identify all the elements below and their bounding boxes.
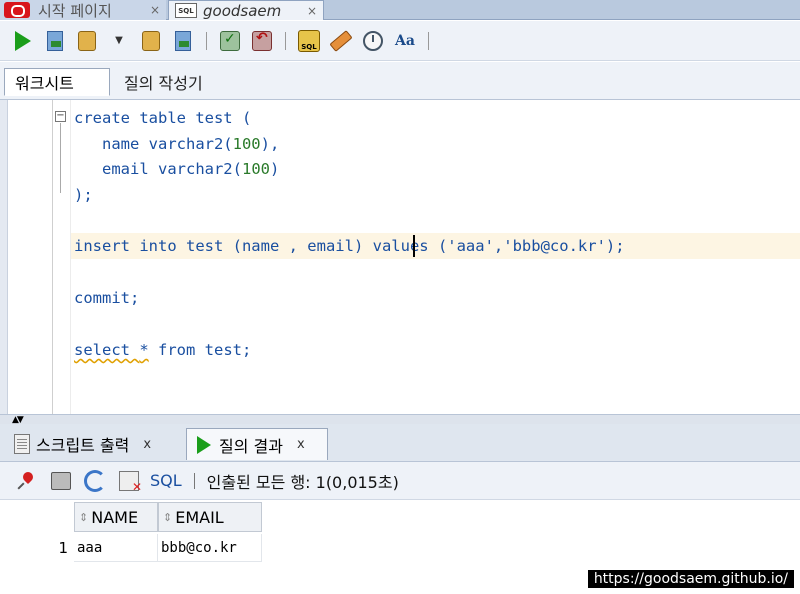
sql-tuning-icon: SQL: [298, 29, 320, 52]
refresh-icon: [84, 469, 106, 492]
cancel-icon: [119, 470, 142, 494]
code-text: insert into test (name , email) values (…: [74, 237, 625, 255]
autotrace-button[interactable]: [138, 28, 164, 54]
tab-script-output[interactable]: 스크립트 출력 x: [4, 428, 184, 460]
oracle-icon: [4, 2, 30, 18]
gutter-divider: [52, 100, 53, 414]
sql-link[interactable]: SQL: [150, 471, 182, 490]
tab-worksheet[interactable]: 워크시트: [4, 68, 110, 96]
worksheet-subtabs: 워크시트 질의 작성기: [0, 62, 800, 100]
code-text: select: [74, 341, 140, 359]
to-upper-lower-button[interactable]: Aa: [392, 28, 418, 54]
tab-query-result[interactable]: 질의 결과 x: [186, 428, 328, 460]
sort-icon: ⇕: [163, 510, 173, 524]
close-icon[interactable]: x: [143, 437, 151, 452]
fold-collapse-icon[interactable]: −: [55, 111, 66, 122]
sql-tuning-advisor-button[interactable]: [170, 28, 196, 54]
refresh-button[interactable]: [82, 468, 108, 494]
code-text: ),: [260, 135, 280, 153]
eraser-icon: [329, 29, 353, 52]
script-output-icon: [14, 434, 30, 454]
run-statement-button[interactable]: [10, 28, 36, 54]
close-icon[interactable]: ×: [307, 4, 317, 18]
run-script-icon: [47, 30, 63, 51]
pin-button[interactable]: [14, 468, 40, 494]
magnifier-doc-icon: [175, 30, 191, 51]
code-line-1: create table test (: [74, 106, 251, 130]
output-tabs: 스크립트 출력 x 질의 결과 x: [0, 424, 800, 462]
column-header-name[interactable]: ⇕ NAME: [74, 502, 158, 532]
editor-margin: [0, 100, 8, 414]
code-line-3: email varchar2(100): [74, 157, 279, 181]
table-cell-name[interactable]: aaa: [74, 534, 158, 562]
tab-query-builder[interactable]: 질의 작성기: [114, 68, 213, 96]
explain-plan-button[interactable]: [74, 28, 100, 54]
results-toolbar: SQL 인출된 모든 행: 1(0,015초): [0, 462, 800, 500]
row-number-header: [8, 502, 74, 532]
sql-tuning-button[interactable]: SQL: [296, 28, 322, 54]
column-header-email[interactable]: ⇕ EMAIL: [158, 502, 262, 532]
code-text: from test;: [148, 341, 252, 359]
tab-script-output-label: 스크립트 출력: [36, 436, 130, 455]
code-line-insert: insert into test (name , email) values (…: [74, 234, 625, 258]
code-text: *: [139, 341, 149, 359]
column-header-label: NAME: [91, 507, 139, 527]
autotrace-icon: [142, 30, 160, 51]
code-text: email varchar2(: [74, 160, 242, 178]
table-cell-email[interactable]: bbb@co.kr: [158, 534, 262, 562]
editor-tab-strip: 시작 페이지 × SQL goodsaem ×: [0, 0, 800, 20]
fetch-status: 인출된 모든 행: 1(0,015초): [206, 472, 399, 492]
run-script-button[interactable]: [42, 28, 68, 54]
explain-plan-dropdown[interactable]: ▼: [106, 28, 132, 54]
close-icon[interactable]: ×: [150, 3, 160, 17]
toolbar-separator: [285, 31, 286, 50]
row-number[interactable]: 1: [8, 534, 74, 562]
print-button[interactable]: [48, 468, 74, 494]
column-header-label: EMAIL: [175, 507, 224, 527]
code-text: name varchar2(: [74, 135, 233, 153]
print-icon: [51, 471, 71, 490]
sql-editor[interactable]: − create table test ( name varchar2(100)…: [0, 100, 800, 414]
tab-query-result-label: 질의 결과: [219, 436, 283, 456]
code-text: );: [74, 186, 93, 204]
fold-rail: [60, 123, 61, 193]
font-case-icon: Aa: [395, 32, 415, 49]
close-icon[interactable]: x: [297, 437, 305, 452]
history-clock-icon: [363, 30, 383, 51]
explain-plan-icon: [78, 30, 96, 51]
commit-button[interactable]: [217, 28, 243, 54]
code-line-4: );: [74, 183, 93, 207]
code-text: commit;: [74, 289, 140, 307]
run-icon: [15, 30, 31, 51]
tab-connection-label: goodsaem: [203, 1, 282, 20]
sort-icon: ⇕: [79, 510, 89, 524]
code-text: create table test (: [74, 109, 252, 127]
chevron-down-icon: ▼: [115, 35, 123, 46]
worksheet-toolbar: ▼ SQL Aa: [0, 21, 800, 61]
toolbar-separator: [193, 472, 195, 489]
toolbar-separator: [428, 31, 429, 50]
code-line-commit: commit;: [74, 286, 139, 310]
code-line-2: name varchar2(100),: [74, 132, 279, 156]
commit-icon: [220, 30, 240, 51]
panel-splitter[interactable]: ▲▼: [0, 414, 800, 425]
sql-worksheet-icon: SQL: [175, 3, 197, 18]
code-text: ): [269, 160, 280, 178]
tab-connection-goodsaem[interactable]: SQL goodsaem ×: [168, 0, 324, 20]
tab-start-page-label: 시작 페이지: [38, 1, 112, 20]
text-caret: [413, 235, 415, 257]
query-result-icon: [197, 435, 211, 454]
tab-start-page[interactable]: 시작 페이지 ×: [0, 0, 166, 20]
code-number: 100: [241, 160, 270, 178]
code-line-select: select * from test;: [74, 338, 251, 362]
cancel-query-button[interactable]: [116, 468, 142, 494]
rollback-button[interactable]: [249, 28, 275, 54]
toolbar-separator: [206, 31, 207, 50]
code-number: 100: [232, 135, 261, 153]
rollback-icon: [252, 30, 272, 51]
clear-button[interactable]: [328, 28, 354, 54]
sql-history-button[interactable]: [360, 28, 386, 54]
pin-icon: [17, 471, 37, 491]
watermark: https://goodsaem.github.io/: [587, 570, 794, 588]
